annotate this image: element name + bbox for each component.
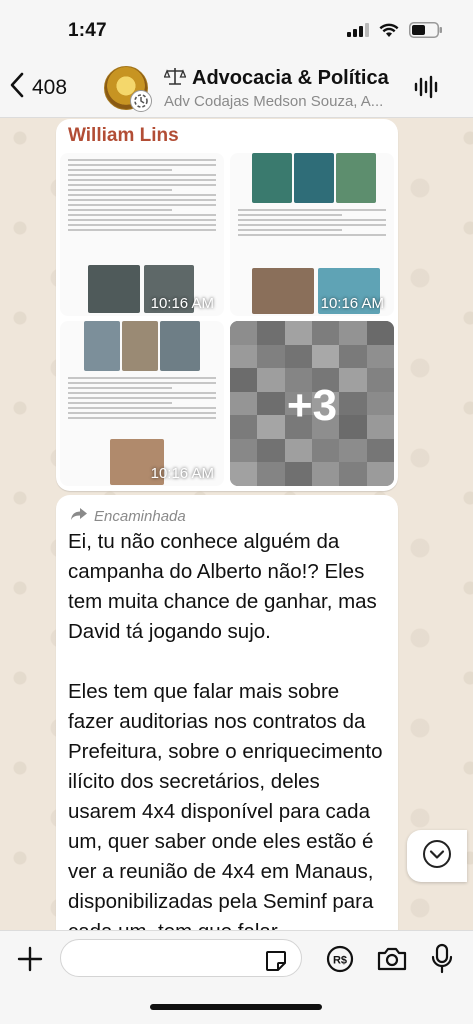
voice-chat-button[interactable] xyxy=(413,74,439,105)
text-message-bubble[interactable]: Encaminhada Ei, tu não conhece alguém da… xyxy=(56,495,398,955)
scroll-to-bottom-button[interactable] xyxy=(407,830,467,882)
photo-preview xyxy=(252,153,292,203)
photo-preview xyxy=(252,268,314,314)
image-thumbnail[interactable]: 10:16 AM xyxy=(60,321,224,486)
status-icons xyxy=(347,22,443,38)
more-images-tile[interactable]: +3 xyxy=(230,321,394,486)
document-text-preview xyxy=(68,159,216,234)
image-thumbnail[interactable]: 10:16 AM xyxy=(230,153,394,316)
chat-subtitle: Adv Codajas Medson Souza, A... xyxy=(164,93,384,110)
forwarded-text: Encaminhada xyxy=(94,507,186,525)
image-timestamp: 10:16 AM xyxy=(150,295,214,312)
photo-preview xyxy=(336,153,376,203)
back-button[interactable]: 408 xyxy=(10,72,67,103)
camera-button[interactable] xyxy=(376,945,408,978)
battery-icon xyxy=(409,22,443,38)
photo-preview xyxy=(122,321,158,371)
signal-icon xyxy=(347,23,369,37)
wifi-icon xyxy=(379,23,399,38)
chat-title: Advocacia & Política xyxy=(192,67,389,89)
image-thumbnail[interactable]: 10:16 AM xyxy=(60,153,224,316)
chat-title-area[interactable]: Advocacia & Política Adv Codajas Medson … xyxy=(163,66,394,110)
photo-preview xyxy=(84,321,120,371)
sticker-button[interactable] xyxy=(264,949,288,978)
microphone-icon xyxy=(430,943,454,979)
chevron-left-icon xyxy=(10,72,24,103)
sender-name: William Lins xyxy=(68,125,179,146)
payment-button[interactable]: R$ xyxy=(326,945,354,978)
camera-icon xyxy=(376,947,408,977)
forwarded-label: Encaminhada xyxy=(70,507,186,525)
photo-preview xyxy=(160,321,200,371)
image-timestamp: 10:16 AM xyxy=(150,465,214,482)
forward-arrow-icon xyxy=(70,507,88,525)
status-bar: 1:47 xyxy=(0,0,473,60)
svg-text:R$: R$ xyxy=(333,955,347,967)
chevron-down-icon xyxy=(422,839,452,874)
chat-header: 408 Advocacia & Política Adv Codajas Med… xyxy=(0,60,473,118)
media-message-bubble[interactable]: William Lins 10:16 AM 10:16 AM 10:16 AM xyxy=(56,119,398,491)
message-text: Ei, tu não conhece alguém da campanha do… xyxy=(68,530,383,943)
payment-icon: R$ xyxy=(326,945,354,977)
scales-icon xyxy=(163,66,187,91)
home-indicator xyxy=(150,1004,322,1010)
voice-wave-icon xyxy=(413,75,439,104)
document-text-preview xyxy=(238,209,386,239)
microphone-button[interactable] xyxy=(430,943,454,980)
image-timestamp: 10:16 AM xyxy=(320,295,384,312)
more-images-count: +3 xyxy=(286,381,338,430)
sticker-icon xyxy=(264,951,288,977)
document-text-preview xyxy=(68,377,216,422)
photo-preview xyxy=(88,265,140,313)
status-time: 1:47 xyxy=(68,20,107,41)
disappearing-timer-icon xyxy=(130,90,152,112)
photo-preview xyxy=(294,153,334,203)
attach-button[interactable] xyxy=(16,945,44,978)
unread-count: 408 xyxy=(32,75,68,99)
plus-icon xyxy=(16,946,44,977)
